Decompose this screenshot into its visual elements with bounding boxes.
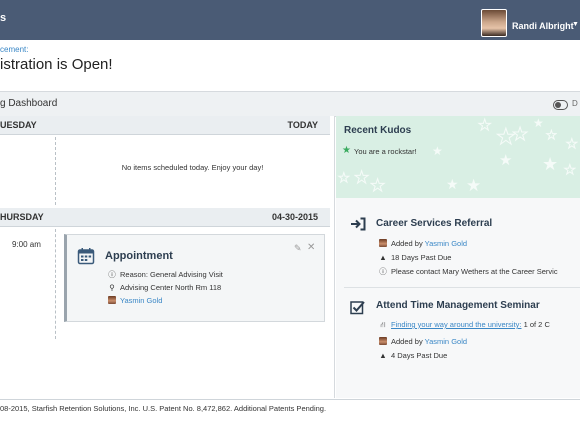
background-star-icon: ★ bbox=[564, 162, 577, 178]
time-divider bbox=[55, 229, 56, 339]
seminar-item: Attend Time Management Seminar ⛙ Finding … bbox=[336, 288, 580, 378]
path-icon: ⛙ bbox=[380, 320, 386, 329]
added-by-link[interactable]: Yasmin Gold bbox=[425, 239, 467, 248]
background-star-icon: ★ bbox=[542, 154, 559, 174]
due-row: ▲ 4 Days Past Due bbox=[378, 351, 447, 360]
day-date: TODAY bbox=[287, 120, 318, 130]
appointment-time: 9:00 am bbox=[12, 240, 41, 249]
appointment-location: Advising Center North Rm 118 bbox=[120, 283, 222, 292]
map-pin-icon: ⚲ bbox=[109, 283, 115, 292]
background-star-icon: ★ bbox=[353, 168, 370, 188]
checkbox-checked-icon bbox=[350, 301, 365, 315]
person-avatar-icon bbox=[378, 239, 388, 248]
footer: 08-2015, Starfish Retention Solutions, I… bbox=[0, 399, 580, 418]
dashboard-title: g Dashboard bbox=[0, 98, 58, 109]
right-sidebar: ★ ★ ★ ★ ★ ★ ★ ★ ★ ★ ★ ★ ★ ★ ★ Recent Kud… bbox=[336, 116, 580, 398]
info-icon: ⓘ bbox=[379, 267, 387, 276]
link-row: ⛙ Finding your way around the university:… bbox=[378, 320, 550, 330]
background-star-icon: ★ bbox=[369, 176, 386, 196]
due-text: 18 Days Past Due bbox=[391, 253, 452, 262]
green-star-icon: ★ bbox=[342, 145, 351, 156]
appointment-person-link[interactable]: Yasmin Gold bbox=[120, 296, 162, 305]
appointment-person-row: Yasmin Gold bbox=[107, 296, 162, 305]
dashboard-bar: g Dashboard D bbox=[0, 91, 580, 117]
due-row: ▲ 18 Days Past Due bbox=[378, 253, 451, 262]
info-icon: ⓘ bbox=[108, 270, 116, 279]
pathway-progress: 1 of 2 C bbox=[523, 320, 550, 329]
nav-tab-partial[interactable]: s bbox=[0, 12, 6, 24]
person-avatar-icon bbox=[107, 296, 117, 305]
user-name[interactable]: Randi Albright bbox=[512, 21, 574, 31]
background-star-icon: ★ bbox=[533, 116, 544, 130]
warning-icon: ▲ bbox=[379, 351, 387, 360]
day-date: 04-30-2015 bbox=[271, 212, 318, 222]
pathway-link[interactable]: Finding your way around the university: bbox=[391, 320, 522, 329]
background-star-icon: ★ bbox=[511, 124, 529, 145]
kudos-item: You are a rockstar! bbox=[354, 147, 417, 156]
appointment-reason: Reason: General Advising Visit bbox=[120, 270, 223, 279]
warning-icon: ▲ bbox=[379, 253, 387, 262]
top-navigation-bar: s Randi Albright ▼ bbox=[0, 0, 580, 40]
due-text: 4 Days Past Due bbox=[391, 351, 448, 360]
kudos-panel: ★ ★ ★ ★ ★ ★ ★ ★ ★ ★ ★ ★ ★ ★ ★ Recent Kud… bbox=[336, 116, 580, 198]
day-header-thursday: HURSDAY 04-30-2015 bbox=[0, 208, 330, 227]
added-by-row: Added by Yasmin Gold bbox=[378, 337, 467, 346]
person-avatar-icon bbox=[378, 337, 388, 346]
item-title[interactable]: Attend Time Management Seminar bbox=[376, 300, 540, 311]
appointment-reason-row: ⓘ Reason: General Advising Visit bbox=[107, 269, 223, 280]
edit-pencil-icon[interactable]: ✎ bbox=[294, 243, 302, 254]
empty-day-message: No items scheduled today. Enjoy your day… bbox=[121, 163, 264, 172]
day-header-today: UESDAY TODAY bbox=[0, 116, 330, 135]
background-star-icon: ★ bbox=[566, 136, 579, 152]
background-star-icon: ★ bbox=[432, 144, 443, 158]
note-row: ⓘ Please contact Mary Wethers at the Care… bbox=[378, 266, 558, 277]
kudos-title: Recent Kudos bbox=[344, 125, 412, 136]
background-star-icon: ★ bbox=[499, 152, 513, 169]
user-avatar[interactable] bbox=[481, 9, 507, 37]
added-by-prefix: Added by bbox=[391, 337, 423, 346]
background-star-icon: ★ bbox=[466, 176, 482, 195]
added-by-prefix: Added by bbox=[391, 239, 423, 248]
day-name: UESDAY bbox=[0, 120, 37, 130]
appointment-title[interactable]: Appointment bbox=[105, 250, 173, 262]
added-by-row: Added by Yasmin Gold bbox=[378, 239, 467, 248]
referral-arrow-icon bbox=[351, 217, 366, 231]
close-icon[interactable]: ✕ bbox=[307, 242, 315, 253]
calendar-icon bbox=[77, 248, 95, 265]
background-star-icon: ★ bbox=[338, 170, 351, 186]
appointment-card[interactable]: Appointment ✎ ✕ ⓘ Reason: General Advisin… bbox=[64, 234, 325, 322]
background-star-icon: ★ bbox=[477, 117, 492, 135]
toggle-switch-icon[interactable] bbox=[553, 100, 568, 110]
footer-text: 08-2015, Starfish Retention Solutions, I… bbox=[0, 404, 327, 413]
note-text: Please contact Mary Wethers at the Caree… bbox=[391, 267, 558, 276]
announcement-label: cement: bbox=[0, 45, 29, 54]
background-star-icon: ★ bbox=[446, 176, 459, 192]
career-referral-item: Career Services Referral Added by Yasmin… bbox=[336, 198, 580, 288]
announcement-text: istration is Open! bbox=[0, 56, 113, 73]
user-menu-chevron-down-icon[interactable]: ▼ bbox=[572, 21, 579, 28]
item-title[interactable]: Career Services Referral bbox=[376, 218, 492, 229]
day-name: HURSDAY bbox=[0, 212, 44, 222]
toggle-label: D bbox=[572, 99, 578, 108]
appointment-location-row: ⚲ Advising Center North Rm 118 bbox=[107, 283, 221, 292]
background-star-icon: ★ bbox=[546, 128, 558, 143]
added-by-link[interactable]: Yasmin Gold bbox=[425, 337, 467, 346]
